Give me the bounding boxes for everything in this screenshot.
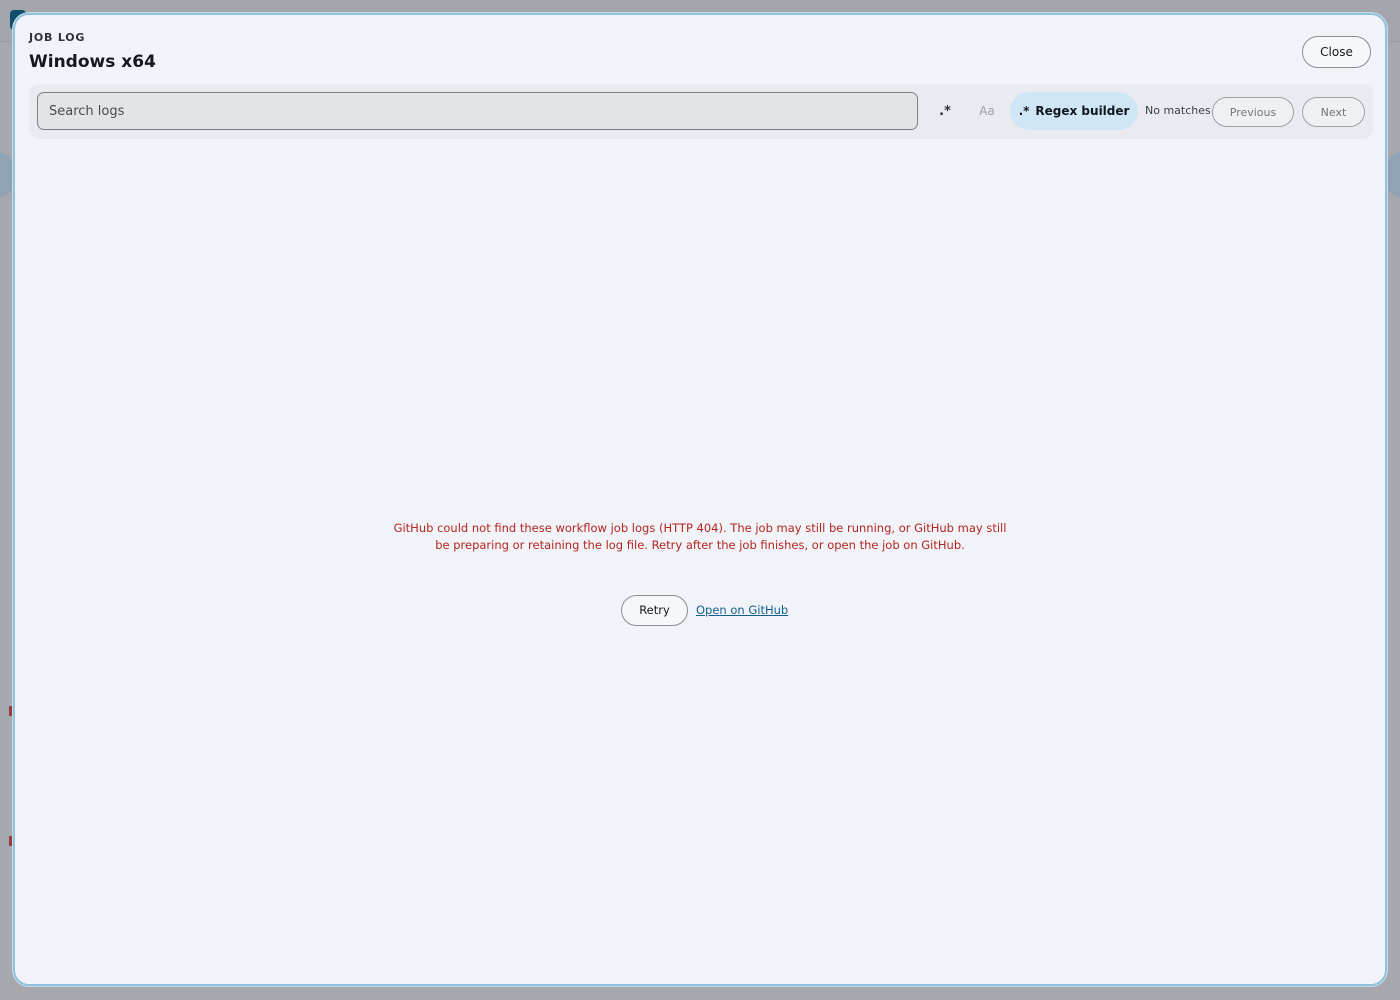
- background-edge-right: [1386, 152, 1400, 198]
- match-status-text: No matches: [1145, 104, 1211, 117]
- search-logs-input[interactable]: [37, 92, 918, 130]
- next-match-button[interactable]: Next: [1302, 97, 1365, 127]
- match-case-toggle-button[interactable]: Aa: [970, 98, 1004, 124]
- log-search-toolbar: .* Aa .* Regex builder No matches Previo…: [29, 84, 1373, 139]
- close-button[interactable]: Close: [1302, 36, 1371, 68]
- previous-match-button[interactable]: Previous: [1212, 97, 1294, 127]
- background-edge-left: [0, 152, 14, 198]
- retry-button[interactable]: Retry: [621, 594, 688, 626]
- dialog-title: Windows x64: [29, 52, 156, 72]
- regex-builder-button[interactable]: .* Regex builder: [1010, 92, 1138, 130]
- regex-icon: .*: [1018, 104, 1030, 118]
- log-error-message: GitHub could not find these workflow job…: [393, 521, 1007, 552]
- job-log-dialog: JOB LOG Windows x64 Close .* Aa .* Regex…: [13, 13, 1387, 986]
- regex-toggle-button[interactable]: .*: [928, 98, 962, 124]
- error-actions: Retry Open on GitHub: [621, 594, 788, 626]
- dialog-eyebrow: JOB LOG: [29, 31, 86, 44]
- regex-builder-label: Regex builder: [1035, 104, 1130, 118]
- open-on-github-link[interactable]: Open on GitHub: [696, 603, 788, 617]
